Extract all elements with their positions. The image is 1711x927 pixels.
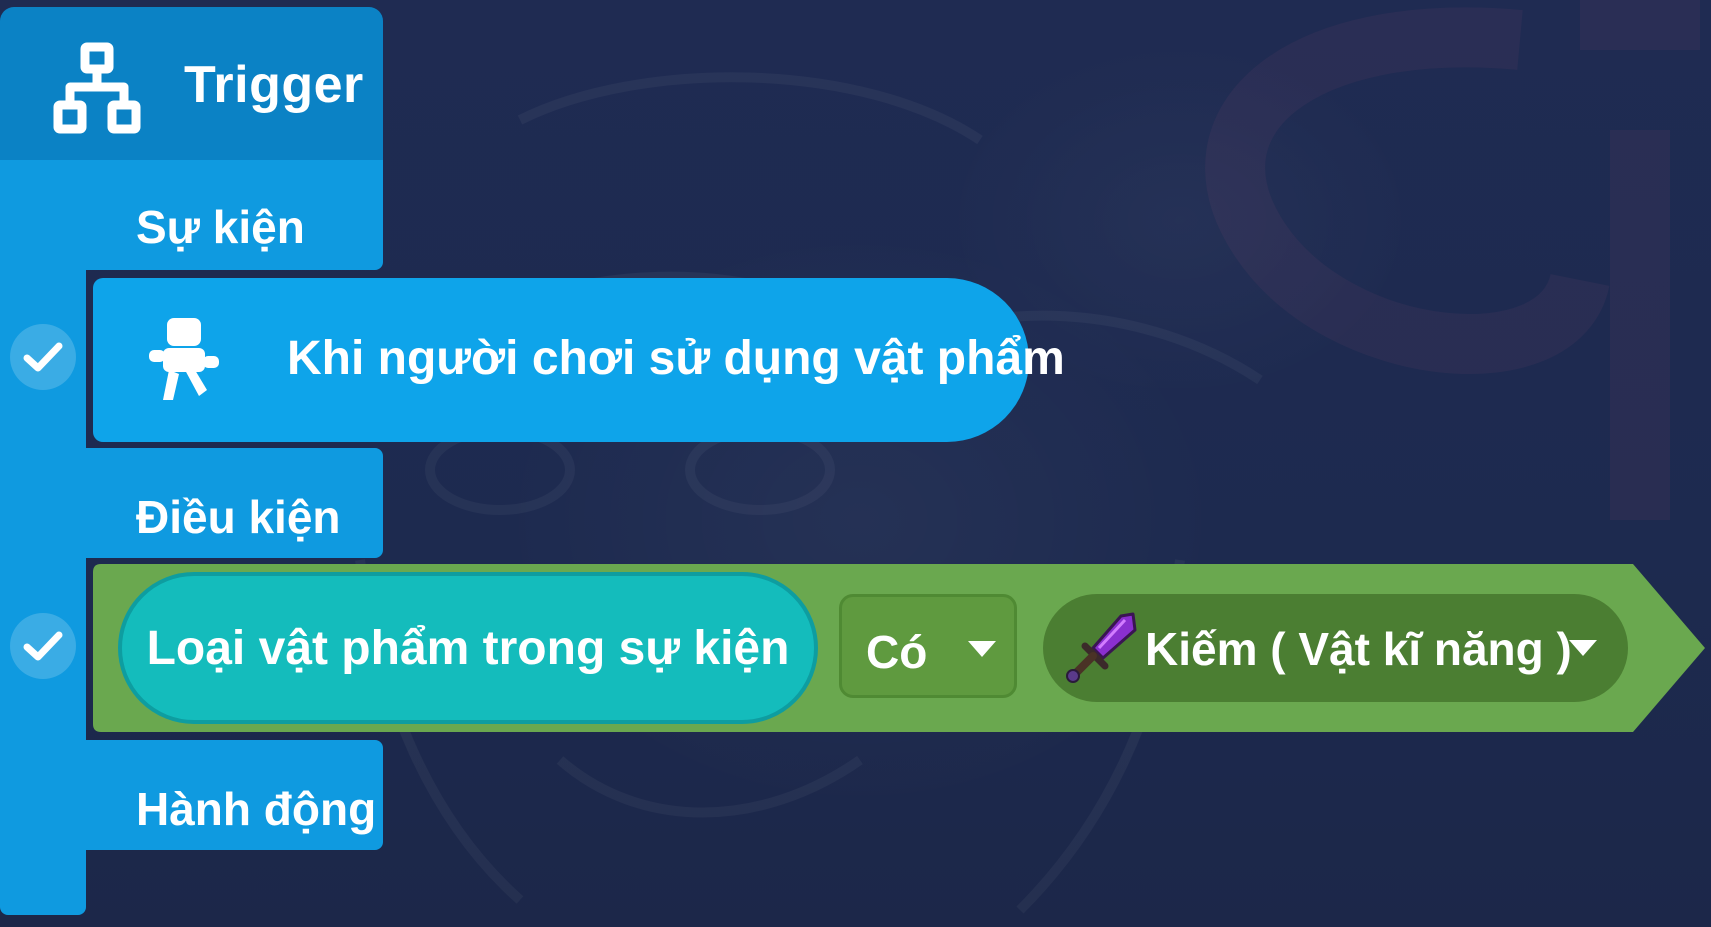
- chevron-down-icon: [968, 641, 996, 657]
- sword-icon: [1066, 612, 1137, 683]
- condition-check-toggle[interactable]: [10, 613, 76, 679]
- condition-subject-label: Loại vật phẩm trong sự kiện: [146, 621, 790, 675]
- event-check-toggle[interactable]: [10, 324, 76, 390]
- chevron-down-icon: [1569, 640, 1597, 656]
- section-condition-tab: Điều kiện: [0, 448, 383, 558]
- hierarchy-icon: [53, 42, 141, 134]
- operator-value: Có: [866, 626, 928, 678]
- trigger-header[interactable]: Trigger: [0, 7, 383, 160]
- checkmark-icon: [23, 342, 63, 372]
- player-icon: [149, 318, 219, 400]
- trigger-title: Trigger: [184, 56, 364, 114]
- condition-block[interactable]: Loại vật phẩm trong sự kiện Có Kiếm ( Vậ…: [93, 564, 1705, 732]
- operator-dropdown[interactable]: Có: [839, 594, 1017, 698]
- event-item-type-pill[interactable]: Loại vật phẩm trong sự kiện: [118, 572, 818, 724]
- section-action-tab: Hành động: [0, 740, 383, 850]
- event-block[interactable]: Khi người chơi sử dụng vật phẩm: [93, 278, 1065, 442]
- section-event-tab: Sự kiện: [0, 160, 383, 270]
- section-event-label: Sự kiện: [136, 201, 305, 253]
- checkmark-icon: [23, 631, 63, 661]
- section-action-label: Hành động: [136, 783, 377, 835]
- item-dropdown[interactable]: Kiếm ( Vật kĩ năng ): [1043, 594, 1628, 702]
- section-condition-label: Điều kiện: [136, 491, 341, 543]
- event-label: Khi người chơi sử dụng vật phẩm: [287, 332, 1065, 385]
- item-value: Kiếm ( Vật kĩ năng ): [1145, 623, 1572, 675]
